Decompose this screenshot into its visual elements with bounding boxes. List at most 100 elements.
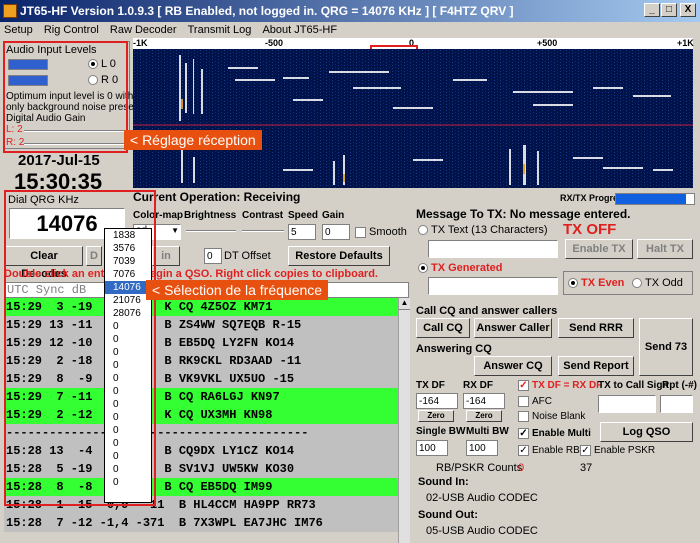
enable-rb-checkbox[interactable]: ✓ Enable RB <box>518 445 580 456</box>
tx-generated-input[interactable] <box>428 277 558 295</box>
enable-multi-checkbox[interactable]: ✓ Enable Multi <box>518 428 591 439</box>
log-qso-button[interactable]: Log QSO <box>600 422 693 442</box>
dt-offset-label: DT Offset <box>224 250 271 262</box>
scale-label-m1k: -1K <box>133 38 148 48</box>
answer-cq-button[interactable]: Answer CQ <box>474 356 552 376</box>
close-button[interactable]: X <box>680 3 696 17</box>
tx-odd-radio[interactable]: TX Odd <box>632 277 683 289</box>
sound-out-label: Sound Out: <box>418 509 478 521</box>
menu-setup[interactable]: Setup <box>0 22 37 38</box>
menu-transmit-log[interactable]: Transmit Log <box>184 22 256 38</box>
rx-df-zero-button[interactable]: Zero <box>466 410 502 422</box>
frequency-callout: < Sélection de la fréquence <box>146 280 329 300</box>
menu-about[interactable]: About JT65-HF <box>258 22 341 38</box>
enable-rb-check-icon: ✓ <box>518 445 529 456</box>
scroll-up-icon[interactable]: ▲ <box>399 298 410 310</box>
single-bw-label: Single BW <box>416 426 466 437</box>
multi-bw-spinner[interactable]: 100 <box>466 440 498 456</box>
speed-spinner[interactable]: 5 <box>288 224 316 240</box>
waterfall-svg <box>133 49 693 188</box>
answer-caller-button[interactable]: Answer Caller <box>474 318 552 338</box>
tx-df-spinner[interactable]: -164 <box>416 393 458 409</box>
noise-blank-check-icon <box>518 411 529 422</box>
enable-multi-check-icon: ✓ <box>518 428 529 439</box>
rpt-input[interactable] <box>660 395 693 413</box>
tx-text-radio-icon <box>418 225 428 236</box>
scale-label-m500: -500 <box>265 38 284 48</box>
tx-text-radio[interactable]: TX Text (13 Characters) <box>418 224 548 236</box>
date-display: 2017-Jul-15 <box>18 152 100 169</box>
frequency-highlight <box>4 190 156 506</box>
minimize-button[interactable]: _ <box>644 3 660 17</box>
rxtx-progress-fill <box>616 194 686 204</box>
hint-right: egin a QSO. Right click copies to clipbo… <box>150 268 378 280</box>
sound-out-device: 05-USB Audio CODEC <box>426 525 538 537</box>
noise-blank-checkbox[interactable]: Noise Blank <box>518 411 585 422</box>
tx-eq-rx-checkbox[interactable]: ✓ TX DF = RX DF <box>518 380 602 391</box>
title-bar[interactable]: JT65-HF Version 1.0.9.3 [ RB Enabled, no… <box>0 0 700 22</box>
afc-checkbox[interactable]: AFC <box>518 396 552 407</box>
contrast-slider[interactable] <box>242 230 284 232</box>
frequency-scale: -1K -500 0 +500 +1K <box>133 38 694 49</box>
brightness-slider[interactable] <box>186 230 236 232</box>
cq-section-label: Call CQ and answer callers <box>416 305 558 317</box>
decode-row-message: -1,4 -371 B 7X3WPL EA7JHC IM76 <box>92 516 323 530</box>
enable-pskr-check-icon: ✓ <box>580 445 591 456</box>
tx-to-call-input[interactable] <box>598 395 656 413</box>
smooth-checkbox[interactable]: Smooth <box>355 226 407 238</box>
call-cq-button[interactable]: Call CQ <box>416 318 470 338</box>
dt-offset-spinner[interactable]: 0 <box>204 248 222 264</box>
pskr-count: 37 <box>580 462 593 474</box>
tx-df-label: TX DF <box>416 380 445 391</box>
contrast-label: Contrast <box>242 210 284 221</box>
tx-even-radio[interactable]: TX Even <box>568 277 624 289</box>
window-title: JT65-HF Version 1.0.9.3 [ RB Enabled, no… <box>20 4 514 18</box>
tx-even-radio-icon <box>568 278 578 289</box>
restore-defaults-button[interactable]: Restore Defaults <box>288 246 390 266</box>
gain-control-label: Gain <box>322 210 345 221</box>
rx-df-label: RX DF <box>463 380 493 391</box>
menu-rig-control[interactable]: Rig Control <box>40 22 103 38</box>
app-icon <box>3 4 17 18</box>
tx-off-indicator: TX OFF <box>563 221 617 238</box>
tx-period-group: TX Even TX Odd <box>563 271 693 295</box>
sound-in-device: 02-USB Audio CODEC <box>426 492 538 504</box>
main-window: JT65-HF Version 1.0.9.3 [ RB Enabled, no… <box>0 0 700 543</box>
hidden-button-2[interactable]: in <box>152 246 180 266</box>
send-rrr-button[interactable]: Send RRR <box>558 318 634 338</box>
decode-row[interactable]: 15:28 7 -12 -1,4 -371 B 7X3WPL EA7JHC IM… <box>4 514 409 532</box>
brightness-label: Brightness <box>184 210 237 221</box>
counts-label: RB/PSKR Counts <box>436 462 523 474</box>
scale-label-p500: +500 <box>537 38 558 48</box>
decode-row-time: 15:28 7 -12 <box>6 516 93 530</box>
reception-callout: < Réglage réception <box>124 130 262 150</box>
afc-check-icon <box>518 396 529 407</box>
scale-label-p1k: +1K <box>677 38 694 48</box>
rb-count: 0 <box>518 462 525 474</box>
multi-bw-label: Multi BW <box>466 426 509 437</box>
enable-pskr-checkbox[interactable]: ✓ Enable PSKR <box>580 445 655 456</box>
waterfall-display[interactable] <box>133 49 693 188</box>
send-report-button[interactable]: Send Report <box>558 356 634 376</box>
tx-generated-radio[interactable]: TX Generated <box>418 262 503 274</box>
tx-generated-radio-icon <box>418 263 428 274</box>
tx-odd-radio-icon <box>632 278 642 289</box>
answering-cq-label: Answering CQ <box>416 343 492 355</box>
enable-tx-button[interactable]: Enable TX <box>565 239 633 259</box>
tx-df-zero-button[interactable]: Zero <box>418 410 454 422</box>
maximize-button[interactable]: □ <box>661 3 677 17</box>
decodes-scrollbar[interactable]: ▲ <box>398 298 410 543</box>
current-operation: Current Operation: Receiving <box>133 190 301 204</box>
menu-raw-decoder[interactable]: Raw Decoder <box>106 22 181 38</box>
gain-spinner[interactable]: 0 <box>322 224 350 240</box>
halt-tx-button[interactable]: Halt TX <box>637 239 693 259</box>
single-bw-spinner[interactable]: 100 <box>416 440 448 456</box>
tx-text-input[interactable] <box>428 240 558 258</box>
rxtx-progress-bar <box>615 193 695 205</box>
tx-eq-rx-check-icon: ✓ <box>518 380 529 391</box>
rx-df-spinner[interactable]: -164 <box>463 393 505 409</box>
tx-message-title: Message To TX: No message entered. <box>416 207 631 221</box>
send-73-button[interactable]: Send 73 <box>639 318 693 376</box>
reception-highlight <box>3 41 128 153</box>
rpt-label: Rpt (-#) <box>662 380 697 391</box>
